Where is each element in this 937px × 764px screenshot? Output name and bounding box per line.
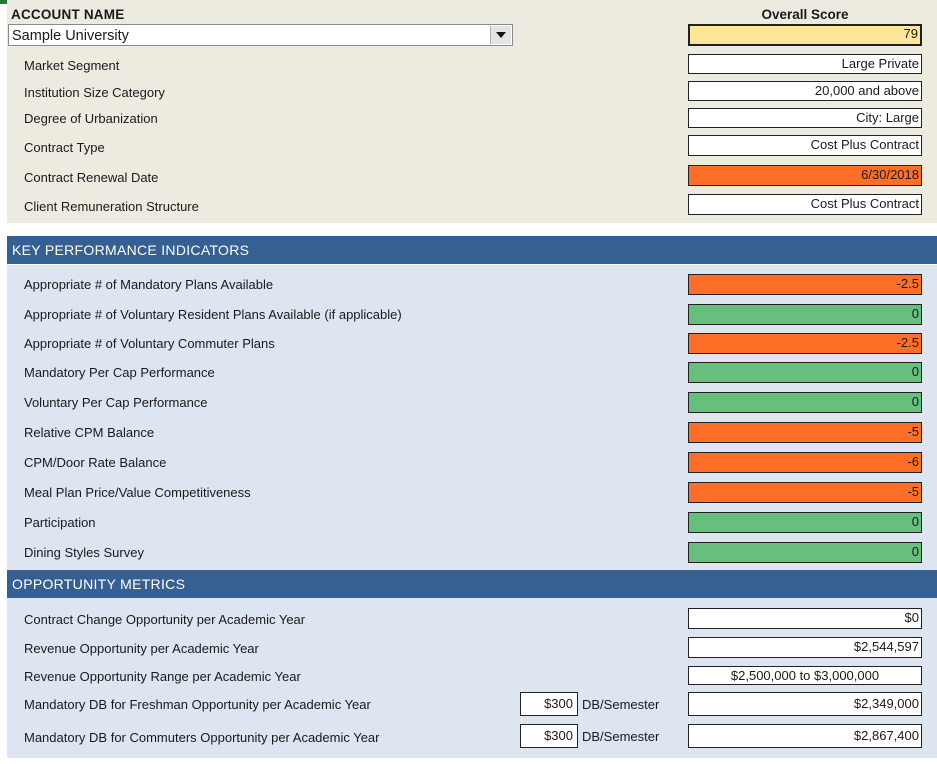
opportunity-label: Revenue Opportunity Range per Academic Y… <box>24 669 301 684</box>
kpi-value: -5 <box>688 422 922 443</box>
field-value-remuneration[interactable]: Cost Plus Contract <box>688 194 922 215</box>
kpi-label: CPM/Door Rate Balance <box>24 455 167 470</box>
kpi-value: -5 <box>688 482 922 503</box>
kpi-value: 0 <box>688 392 922 413</box>
commuter-db-unit: DB/Semester <box>582 729 660 744</box>
field-value-urbanization[interactable]: City: Large <box>688 108 922 128</box>
field-value-contract-type[interactable]: Cost Plus Contract <box>688 135 922 156</box>
kpi-value: 0 <box>688 542 922 563</box>
opportunity-value: $0 <box>688 608 922 629</box>
kpi-label: Relative CPM Balance <box>24 425 155 440</box>
freshman-db-unit: DB/Semester <box>582 697 660 712</box>
field-label-contract-type: Contract Type <box>24 140 105 155</box>
opportunity-value: $2,349,000 <box>688 692 922 716</box>
field-label-remuneration: Client Remuneration Structure <box>24 199 199 214</box>
kpi-value: -6 <box>688 452 922 473</box>
dropdown-button[interactable] <box>490 26 511 44</box>
kpi-label: Appropriate # of Voluntary Resident Plan… <box>24 307 402 322</box>
overall-score-value: 79 <box>688 24 922 46</box>
account-name-dropdown[interactable]: Sample University <box>8 24 513 46</box>
opportunity-section-title: OPPORTUNITY METRICS <box>12 576 186 592</box>
opportunity-label: Mandatory DB for Freshman Opportunity pe… <box>24 697 371 712</box>
kpi-value: -2.5 <box>688 333 922 354</box>
chevron-down-icon <box>496 32 506 38</box>
kpi-label: Dining Styles Survey <box>24 545 144 560</box>
field-value-market-segment[interactable]: Large Private <box>688 54 922 74</box>
field-label-institution-size: Institution Size Category <box>24 85 165 100</box>
opportunity-value-range: $2,500,000 to $3,000,000 <box>688 666 922 685</box>
freshman-db-input[interactable]: $300 <box>520 692 578 716</box>
kpi-section-header: KEY PERFORMANCE INDICATORS <box>7 236 937 264</box>
kpi-value: 0 <box>688 512 922 533</box>
opportunity-label: Mandatory DB for Commuters Opportunity p… <box>24 730 380 745</box>
kpi-label: Appropriate # of Mandatory Plans Availab… <box>24 277 274 292</box>
opportunity-section-header: OPPORTUNITY METRICS <box>7 570 937 598</box>
kpi-label: Voluntary Per Cap Performance <box>24 395 208 410</box>
opportunity-value: $2,867,400 <box>688 724 922 748</box>
overall-score-heading: Overall Score <box>761 7 849 22</box>
field-value-institution-size[interactable]: 20,000 and above <box>688 81 922 101</box>
kpi-value: -2.5 <box>688 274 922 295</box>
field-value-renewal-date[interactable]: 6/30/2018 <box>688 165 922 186</box>
kpi-value: 0 <box>688 304 922 325</box>
account-name-value: Sample University <box>12 28 129 44</box>
sheet-corner-marker <box>0 0 7 4</box>
kpi-label: Participation <box>24 515 96 530</box>
kpi-label: Appropriate # of Voluntary Commuter Plan… <box>24 336 275 351</box>
kpi-value: 0 <box>688 362 922 383</box>
account-name-heading: ACCOUNT NAME <box>11 7 125 22</box>
opportunity-value: $2,544,597 <box>688 637 922 658</box>
field-label-renewal-date: Contract Renewal Date <box>24 170 159 185</box>
kpi-label: Mandatory Per Cap Performance <box>24 365 215 380</box>
commuter-db-input[interactable]: $300 <box>520 724 578 748</box>
field-label-market-segment: Market Segment <box>24 58 120 73</box>
field-label-urbanization: Degree of Urbanization <box>24 111 158 126</box>
kpi-label: Meal Plan Price/Value Competitiveness <box>24 485 251 500</box>
opportunity-label: Contract Change Opportunity per Academic… <box>24 612 306 627</box>
kpi-section-title: KEY PERFORMANCE INDICATORS <box>12 242 250 258</box>
opportunity-label: Revenue Opportunity per Academic Year <box>24 641 259 656</box>
